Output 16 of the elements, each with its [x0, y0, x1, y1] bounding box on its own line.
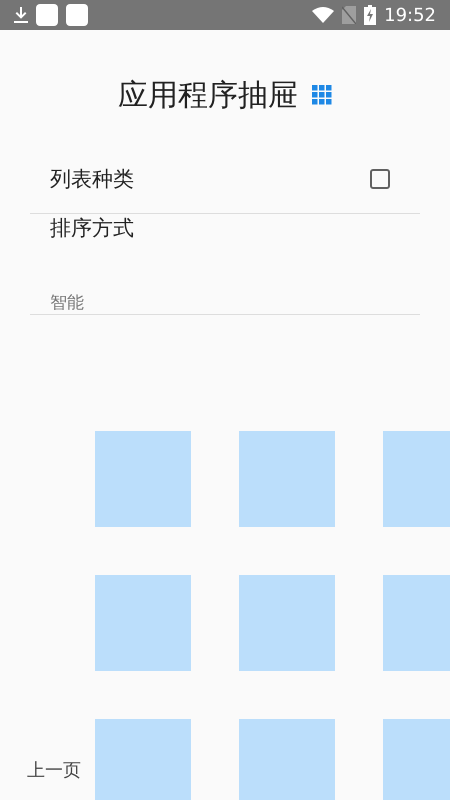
checkbox[interactable]: [370, 168, 390, 188]
grid-icon[interactable]: [312, 85, 332, 105]
clock: 19:52: [384, 4, 436, 26]
no-sim-icon: [342, 6, 356, 24]
download-icon: [14, 7, 28, 23]
setting-label: 排序方式: [50, 215, 134, 242]
battery-charging-icon: [364, 5, 376, 25]
setting-value: 智能: [50, 292, 84, 314]
notification-icon: [66, 4, 88, 26]
settings-row[interactable]: 排序方式 智能: [30, 214, 420, 315]
notification-icon: [36, 4, 58, 26]
page-title: 应用程序抽屉: [118, 76, 298, 114]
settings-row[interactable]: 列表种类: [30, 144, 420, 214]
previous-page-button[interactable]: 上一页: [25, 756, 83, 784]
setting-label: 列表种类: [50, 166, 135, 192]
wifi-icon: [312, 7, 334, 23]
